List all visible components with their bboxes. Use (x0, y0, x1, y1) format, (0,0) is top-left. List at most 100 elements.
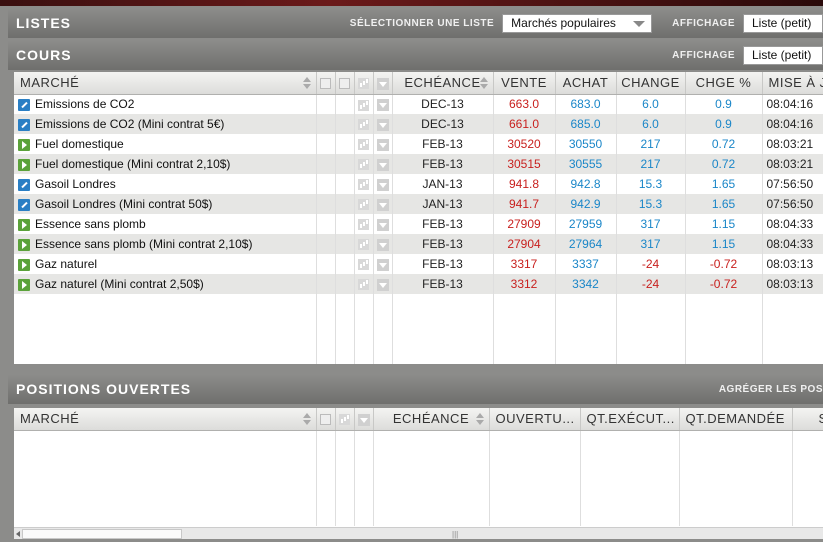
sell-price[interactable]: 3317 (493, 254, 556, 274)
chart-icon[interactable] (358, 279, 369, 291)
pos-col-qty-requested[interactable]: QT.DEMANDÉE (679, 408, 793, 431)
col-chart[interactable] (354, 72, 374, 95)
menu-cell[interactable] (373, 134, 393, 154)
sell-price[interactable]: 27909 (493, 214, 556, 234)
table-row[interactable]: Gasoil Londres (Mini contrat 50$) JAN-13 9… (14, 194, 823, 214)
play-icon[interactable] (18, 238, 30, 251)
dropdown-icon[interactable] (376, 158, 389, 171)
table-row[interactable]: Gasoil Londres JAN-13 941.8 942.8 15.3 1.65 07… (14, 174, 823, 194)
menu-cell[interactable] (373, 194, 393, 214)
market-cell[interactable]: Gaz naturel (14, 254, 317, 274)
dropdown-icon[interactable] (376, 198, 389, 211)
chart-icon[interactable] (358, 99, 369, 111)
col-buy[interactable]: ACHAT (555, 72, 617, 95)
sell-price[interactable]: 661.0 (493, 114, 556, 134)
table-row[interactable]: Emissions de CO2 (Mini contrat 5€) DEC-13… (14, 114, 823, 134)
market-cell[interactable]: Essence sans plomb (Mini contrat 2,10$) (14, 234, 317, 254)
buy-price[interactable]: 3342 (555, 274, 617, 294)
menu-cell[interactable] (373, 114, 393, 134)
display-select[interactable]: Liste (petit) (743, 13, 823, 33)
pencil-icon[interactable] (18, 118, 30, 131)
table-row[interactable]: Fuel domestique (Mini contrat 2,10$) FEB-… (14, 154, 823, 174)
market-cell[interactable]: Fuel domestique (14, 134, 317, 154)
play-icon[interactable] (18, 258, 30, 271)
table-row[interactable]: Fuel domestique FEB-13 30520 30550 217 0.72 08… (14, 134, 823, 154)
sell-price[interactable]: 3312 (493, 274, 556, 294)
market-cell[interactable]: Fuel domestique (Mini contrat 2,10$) (14, 154, 317, 174)
buy-price[interactable]: 30555 (555, 154, 617, 174)
sell-price[interactable]: 663.0 (493, 94, 556, 114)
sell-price[interactable]: 30520 (493, 134, 556, 154)
chart-icon[interactable] (358, 179, 369, 191)
buy-price[interactable]: 27964 (555, 234, 617, 254)
chart-icon[interactable] (358, 219, 369, 231)
chart-icon[interactable] (358, 159, 369, 171)
col-menu[interactable] (373, 72, 393, 95)
chart-cell[interactable] (354, 174, 374, 194)
col-change-pct[interactable]: CHGE % (685, 72, 763, 95)
menu-cell[interactable] (373, 214, 393, 234)
prices-display-select[interactable]: Liste (petit) (743, 45, 823, 65)
table-row[interactable]: Emissions de CO2 DEC-13 663.0 683.0 6.0 0.9 08… (14, 94, 823, 114)
pencil-icon[interactable] (18, 178, 30, 191)
table-row[interactable]: Gaz naturel (Mini contrat 2,50$) FEB-13 33… (14, 274, 823, 294)
play-icon[interactable] (18, 218, 30, 231)
play-icon[interactable] (18, 278, 30, 291)
chart-icon[interactable] (358, 259, 369, 271)
col-flag[interactable] (316, 72, 336, 95)
chart-icon[interactable] (358, 139, 369, 151)
chart-cell[interactable] (354, 274, 374, 294)
buy-price[interactable]: 942.9 (555, 194, 617, 214)
menu-cell[interactable] (373, 94, 393, 114)
pos-col-menu[interactable] (354, 408, 374, 431)
pos-col-stop[interactable]: STOP (792, 408, 823, 431)
table-row[interactable]: Essence sans plomb FEB-13 27909 27959 317 1.1… (14, 214, 823, 234)
market-cell[interactable]: Gasoil Londres (14, 174, 317, 194)
sell-price[interactable]: 941.7 (493, 194, 556, 214)
pencil-icon[interactable] (18, 198, 30, 211)
chart-cell[interactable] (354, 254, 374, 274)
chart-cell[interactable] (354, 214, 374, 234)
pos-col-qty-executed[interactable]: QT.EXÉCUT... (580, 408, 680, 431)
dropdown-icon[interactable] (376, 238, 389, 251)
play-icon[interactable] (18, 138, 30, 151)
market-cell[interactable]: Emissions de CO2 (14, 94, 317, 114)
col-sell[interactable]: VENTE (493, 72, 556, 95)
buy-price[interactable]: 27959 (555, 214, 617, 234)
sell-price[interactable]: 27904 (493, 234, 556, 254)
col-expiry[interactable]: ECHÉANCE (392, 72, 494, 95)
dropdown-icon[interactable] (376, 258, 389, 271)
chart-icon[interactable] (358, 119, 369, 131)
pos-col-chart[interactable] (335, 408, 355, 431)
chart-cell[interactable] (354, 234, 374, 254)
menu-cell[interactable] (373, 174, 393, 194)
col-info[interactable] (335, 72, 355, 95)
sell-price[interactable]: 941.8 (493, 174, 556, 194)
buy-price[interactable]: 683.0 (555, 94, 617, 114)
pos-col-info[interactable] (316, 408, 336, 431)
chart-cell[interactable] (354, 114, 374, 134)
sell-price[interactable]: 30515 (493, 154, 556, 174)
chart-icon[interactable] (358, 239, 369, 251)
menu-cell[interactable] (373, 234, 393, 254)
scrollbar-thumb[interactable] (22, 529, 182, 539)
buy-price[interactable]: 3337 (555, 254, 617, 274)
dropdown-icon[interactable] (376, 218, 389, 231)
table-row[interactable]: Essence sans plomb (Mini contrat 2,10$) F… (14, 234, 823, 254)
market-cell[interactable]: Gasoil Londres (Mini contrat 50$) (14, 194, 317, 214)
col-updated[interactable]: MISE À JO (762, 72, 823, 95)
pos-col-opening[interactable]: OUVERTU... (489, 408, 581, 431)
pos-col-expiry[interactable]: ECHÉANCE (373, 408, 490, 431)
chart-cell[interactable] (354, 194, 374, 214)
col-change[interactable]: CHANGE (616, 72, 686, 95)
aggregate-positions-button[interactable]: AGRÉGER LES POS (719, 384, 823, 395)
menu-cell[interactable] (373, 254, 393, 274)
horizontal-scrollbar[interactable]: ||| (14, 527, 823, 539)
chart-cell[interactable] (354, 154, 374, 174)
col-market[interactable]: MARCHÉ (14, 72, 317, 95)
market-cell[interactable]: Gaz naturel (Mini contrat 2,50$) (14, 274, 317, 294)
market-cell[interactable]: Essence sans plomb (14, 214, 317, 234)
pencil-icon[interactable] (18, 99, 30, 112)
buy-price[interactable]: 685.0 (555, 114, 617, 134)
buy-price[interactable]: 942.8 (555, 174, 617, 194)
